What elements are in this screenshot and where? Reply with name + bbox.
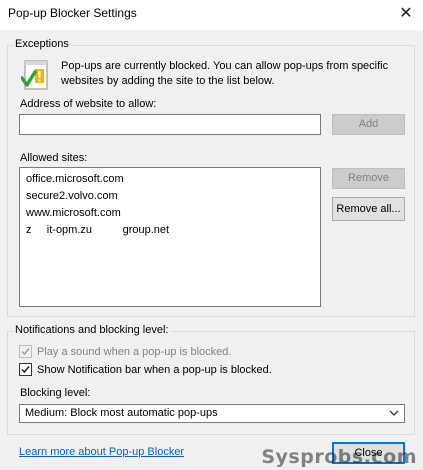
allowed-sites-list[interactable]: office.microsoft.com secure2.volvo.com w… [19, 167, 321, 307]
list-item[interactable]: www.microsoft.com [26, 205, 320, 222]
play-sound-option: Play a sound when a pop-up is blocked. [19, 345, 231, 358]
popup-blocked-check-icon [21, 60, 48, 90]
address-label: Address of website to allow: [20, 98, 157, 110]
list-item[interactable]: secure2.volvo.com [26, 188, 320, 205]
watermark: Sysprobs.com [261, 446, 417, 468]
learn-more-link[interactable]: Learn more about Pop-up Blocker [19, 446, 184, 458]
notifications-legend: Notifications and blocking level: [13, 324, 171, 336]
checkmark-icon [21, 366, 30, 374]
window-title: Pop-up Blocker Settings [8, 6, 137, 20]
play-sound-checkbox[interactable] [19, 345, 32, 358]
info-text: Pop-ups are currently blocked. You can a… [61, 60, 389, 87]
blocking-level-label: Blocking level: [20, 387, 91, 399]
play-sound-label: Play a sound when a pop-up is blocked. [37, 345, 232, 358]
list-item[interactable]: office.microsoft.com [26, 171, 320, 188]
remove-all-button[interactable]: Remove all... [332, 197, 405, 221]
show-bar-checkbox[interactable] [19, 363, 32, 376]
close-window-icon[interactable]: ✕ [395, 3, 417, 25]
chevron-down-icon [389, 410, 399, 416]
list-item[interactable]: z it-opm.zu group.net [26, 222, 320, 239]
show-bar-label: Show Notification bar when a pop-up is b… [37, 363, 272, 376]
show-bar-option: Show Notification bar when a pop-up is b… [19, 363, 272, 376]
allowed-sites-label: Allowed sites: [20, 152, 88, 164]
add-button[interactable]: Add [332, 114, 405, 135]
blocking-level-select[interactable]: Medium: Block most automatic pop-ups [19, 404, 405, 423]
address-input[interactable] [19, 114, 321, 135]
checkmark-icon [21, 348, 30, 356]
remove-button[interactable]: Remove [332, 168, 405, 189]
blocking-level-value: Medium: Block most automatic pop-ups [25, 407, 218, 419]
exceptions-legend: Exceptions [13, 38, 71, 50]
title-bar: Pop-up Blocker Settings ✕ [0, 0, 423, 30]
